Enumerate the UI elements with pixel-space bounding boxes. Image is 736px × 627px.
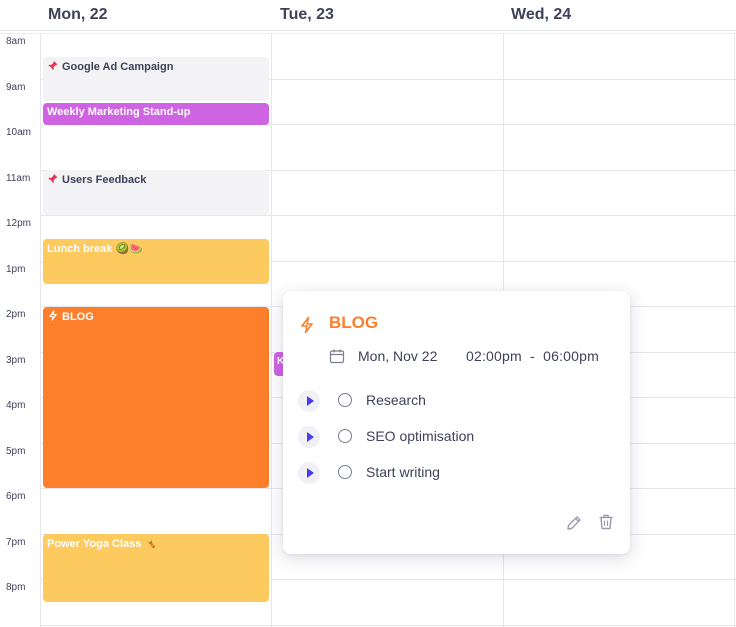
column-divider: [734, 34, 735, 627]
day-header-mon[interactable]: Mon, 22: [48, 0, 108, 30]
hour-label: 11am: [6, 173, 31, 184]
event-title: Weekly Marketing Stand-up: [47, 106, 191, 118]
hour-label: 4pm: [6, 400, 26, 411]
edit-icon[interactable]: [565, 514, 583, 532]
play-icon[interactable]: [298, 462, 320, 484]
play-icon[interactable]: [298, 426, 320, 448]
hour-line: [40, 215, 736, 216]
column-divider: [271, 34, 272, 627]
play-icon[interactable]: [298, 390, 320, 412]
hour-label: 7pm: [6, 537, 26, 548]
task-checkbox[interactable]: [338, 429, 352, 443]
hour-label: 1pm: [6, 264, 26, 275]
hour-label: 12pm: [6, 218, 32, 229]
popup-title: BLOG: [329, 313, 379, 332]
pin-icon: [48, 60, 58, 71]
task-label: SEO optimisation: [366, 428, 475, 444]
event-title: Users Feedback: [62, 174, 147, 186]
trash-icon[interactable]: [597, 513, 615, 531]
hour-label: 5pm: [6, 446, 26, 457]
event-weekly-marketing-standup[interactable]: Weekly Marketing Stand-up: [43, 103, 269, 125]
hour-label: 10am: [6, 127, 32, 138]
task-label: Start writing: [366, 464, 440, 480]
pin-icon: [48, 173, 58, 184]
task-label: Research: [366, 392, 426, 408]
hour-label: 8am: [6, 36, 26, 47]
task-item: SEO optimisation: [298, 426, 598, 448]
event-title: Google Ad Campaign: [62, 61, 174, 73]
event-google-ad-campaign[interactable]: Google Ad Campaign: [43, 57, 269, 101]
popup-date: Mon, Nov 22: [358, 348, 438, 364]
task-checkbox[interactable]: [338, 465, 352, 479]
event-title: BLOG: [62, 311, 94, 323]
event-power-yoga-class[interactable]: Power Yoga Class 🤸: [43, 534, 269, 602]
event-users-feedback[interactable]: Users Feedback: [43, 170, 269, 215]
event-details-popup[interactable]: BLOG Mon, Nov 22 02:00pm - 06:00pm Resea…: [283, 291, 630, 554]
event-title: Lunch break 🥝🍉: [47, 243, 143, 255]
event-blog[interactable]: BLOG: [43, 307, 269, 488]
lightning-icon: [301, 316, 313, 334]
lightning-icon: [49, 310, 57, 321]
event-title: Power Yoga Class 🤸: [47, 538, 159, 550]
day-header-wed[interactable]: Wed, 24: [511, 0, 571, 30]
calendar-icon: [329, 349, 345, 364]
task-checkbox[interactable]: [338, 393, 352, 407]
task-item: Start writing: [298, 462, 598, 484]
hour-label: 6pm: [6, 491, 26, 502]
day-header-tue[interactable]: Tue, 23: [280, 0, 334, 30]
hour-label: 8pm: [6, 582, 26, 593]
event-lunch-break[interactable]: Lunch break 🥝🍉: [43, 239, 269, 284]
hour-label: 3pm: [6, 355, 26, 366]
task-item: Research: [298, 390, 598, 412]
hour-label: 9am: [6, 82, 26, 93]
hour-label: 2pm: [6, 309, 26, 320]
hour-line: [40, 625, 736, 626]
column-divider: [40, 34, 41, 627]
popup-time-range: 02:00pm - 06:00pm: [466, 348, 599, 364]
